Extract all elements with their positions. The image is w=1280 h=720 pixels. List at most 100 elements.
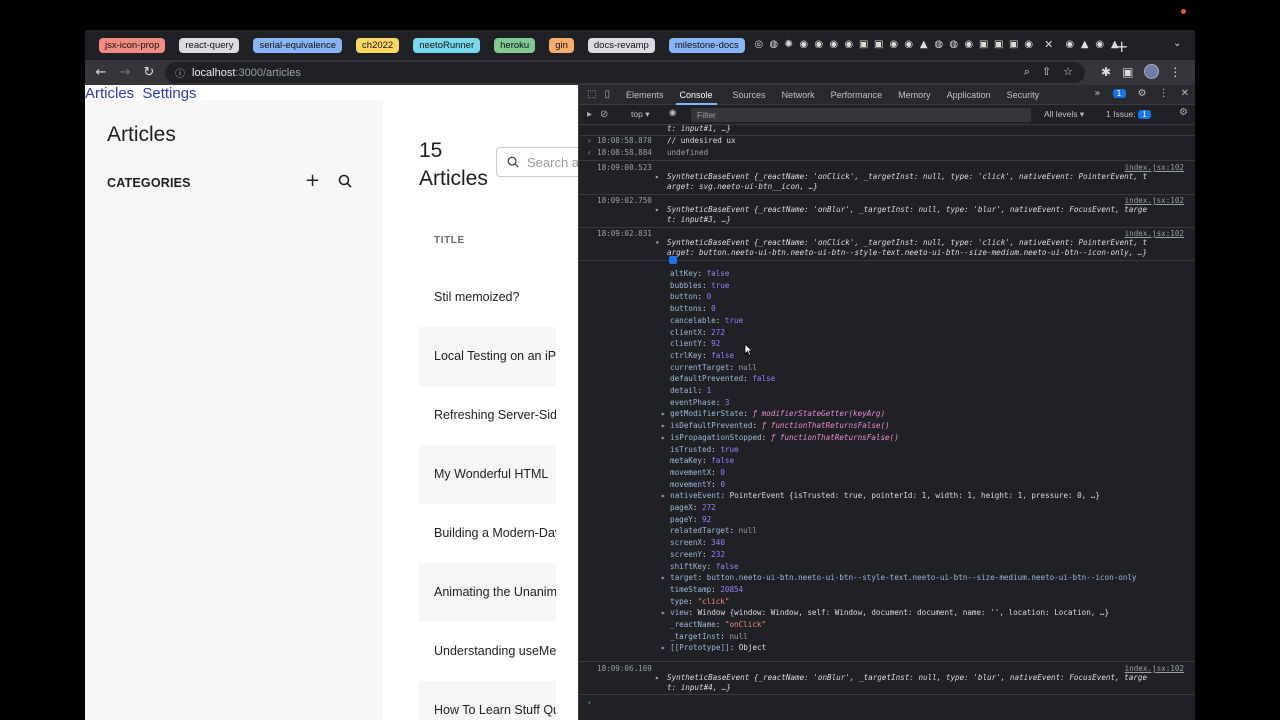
expand-property-icon[interactable]: ▸ (661, 491, 670, 500)
tab-group-heroku[interactable]: heroku (494, 37, 536, 53)
tab-group-jsx-icon-prop[interactable]: jsx-icon-prop (99, 37, 166, 53)
table-row[interactable]: Building a Modern-Day (419, 504, 556, 563)
object-property[interactable]: ▸ view: Window {window: Window, self: Wi… (661, 607, 1109, 619)
tab-group-serial-equivalence[interactable]: serial-equivalence (253, 37, 343, 53)
table-row[interactable]: Refreshing Server-Side (419, 386, 556, 445)
pinned-tab-favicon-icon[interactable]: ◉ (843, 39, 855, 51)
object-property[interactable]: ▸ nativeEvent: PointerEvent {isTrusted: … (661, 490, 1100, 502)
sidebar-toggle-icon[interactable]: ▸ (587, 109, 592, 120)
table-row[interactable]: Local Testing on an iPhone (419, 327, 556, 386)
pinned-tab-favicon-icon[interactable]: ▲ (1079, 39, 1091, 51)
table-row[interactable]: Animating the Unanimatable (419, 563, 556, 622)
column-header-title: TITLE (419, 213, 556, 268)
table-row[interactable]: My Wonderful HTML (419, 445, 556, 504)
pinned-tab-favicon-icon[interactable]: ◉ (963, 39, 975, 51)
search-icon[interactable] (338, 174, 352, 188)
devtools-tab-security[interactable]: Security (1007, 85, 1040, 105)
devtools-tab-memory[interactable]: Memory (898, 85, 931, 105)
pinned-tab-favicon-icon[interactable]: ◉ (813, 39, 825, 51)
chevron-down-icon[interactable]: ⌄ (1173, 38, 1181, 49)
pinned-tab-favicon-icon[interactable]: ▣ (978, 39, 990, 51)
console-filter-input[interactable]: Filter (691, 108, 1031, 122)
devtools-tab-performance[interactable]: Performance (831, 85, 883, 105)
reload-icon[interactable]: ↻ (141, 65, 157, 81)
pinned-tab-favicon-icon[interactable]: ◍ (948, 39, 960, 51)
nav-link-settings[interactable]: Settings (142, 85, 196, 102)
pinned-tab-favicon-icon[interactable]: ▣ (993, 39, 1005, 51)
pinned-tab-favicon-icon[interactable]: ◍ (768, 39, 780, 51)
console-object: SyntheticBaseEvent {_reactName: 'onBlur'… (667, 205, 1148, 214)
tab-group-milestone-docs[interactable]: milestone-docs (668, 37, 745, 53)
expand-property-icon[interactable]: ▸ (661, 433, 670, 442)
table-row[interactable]: Stil memoized? (419, 268, 556, 327)
settings-gear-icon[interactable]: ⚙ (1138, 88, 1147, 99)
log-levels-select[interactable]: All levels ▾ (1044, 109, 1084, 120)
address-bar[interactable]: ⓘ localhost:3000/articles ⌕ ⇧ ☆ (165, 62, 1085, 83)
pinned-tab-favicon-icon[interactable]: ◉ (1023, 39, 1035, 51)
eye-icon[interactable]: ◉ (669, 108, 676, 118)
share-icon[interactable]: ⇧ (1042, 65, 1051, 79)
console-settings-icon[interactable]: ⚙ (1179, 107, 1188, 118)
pinned-tab-favicon-icon[interactable]: ◉ (1064, 39, 1076, 51)
tab-group-neetoRunner[interactable]: neetoRunner (413, 37, 481, 53)
issues-button[interactable]: 1 Issue: 1 (1106, 109, 1151, 119)
profile-avatar[interactable] (1144, 64, 1160, 79)
table-row[interactable]: Understanding useMemo (419, 622, 556, 681)
object-property[interactable]: ▸ isDefaultPrevented: ƒ functionThatRetu… (661, 420, 890, 432)
devtools-tab-application[interactable]: Application (947, 85, 991, 105)
pinned-tab-favicon-icon[interactable]: ◉ (798, 39, 810, 51)
pinned-tab-favicon-icon[interactable]: ◉ (828, 39, 840, 51)
extensions-icon[interactable]: ✱ (1101, 65, 1111, 79)
object-property[interactable]: ▸ [[Prototype]]: Object (661, 642, 766, 654)
devtools-tab-network[interactable]: Network (782, 85, 815, 105)
pinned-tab-favicon-icon[interactable]: ◉ (903, 39, 915, 51)
zoom-icon[interactable]: ⌕ (1024, 65, 1030, 79)
devtools-tab-sources[interactable]: Sources (733, 85, 766, 105)
pinned-tab-favicon-icon[interactable]: ▣ (858, 39, 870, 51)
messages-badge[interactable]: 1 (1112, 89, 1126, 98)
clear-console-icon[interactable]: ⊘ (600, 109, 608, 120)
tab-group-gin[interactable]: gin (549, 37, 574, 53)
pinned-tab-favicon-icon[interactable]: ▣ (1008, 39, 1020, 51)
pinned-tab-favicon-icon[interactable]: ▲ (918, 39, 930, 51)
table-row[interactable]: How To Learn Stuff Quickly (419, 681, 556, 720)
add-category-icon[interactable]: + (305, 170, 320, 191)
console-prompt[interactable]: › (587, 697, 592, 709)
devtools-tab-elements[interactable]: Elements (626, 85, 664, 105)
pinned-tab-favicon-icon[interactable]: ▣ (873, 39, 885, 51)
search-input[interactable]: Search a (496, 147, 578, 177)
object-property[interactable]: ▸ getModifierState: ƒ modifierStateGette… (661, 408, 885, 420)
pinned-tab-favicon-icon[interactable]: ✺ (783, 39, 795, 51)
tab-group-ch2022[interactable]: ch2022 (356, 37, 400, 53)
device-toolbar-icon[interactable]: ▯ (604, 89, 610, 100)
tab-group-react-query[interactable]: react-query (179, 37, 240, 53)
pinned-tab-favicon-icon[interactable]: ◎ (753, 39, 765, 51)
devtools-tab-console[interactable]: Console (675, 85, 717, 105)
browser-menu-icon[interactable]: ⋮ (1169, 65, 1181, 79)
nav-link-articles[interactable]: Articles (85, 85, 134, 102)
close-devtools-icon[interactable]: ✕ (1181, 88, 1189, 99)
expand-property-icon[interactable]: ▸ (661, 409, 670, 418)
pinned-tab-favicon-icon[interactable]: ◉ (1094, 39, 1106, 51)
object-property[interactable]: ▸ target: button.neeto-ui-btn.neeto-ui-b… (661, 572, 1137, 584)
context-select[interactable]: top ▾ (631, 109, 649, 120)
expand-property-icon[interactable]: ▸ (661, 421, 670, 430)
devtools-menu-icon[interactable]: ⋮ (1159, 88, 1169, 99)
forward-icon[interactable]: → (117, 65, 133, 81)
object-property[interactable]: ▸ isPropagationStopped: ƒ functionThatRe… (661, 432, 899, 444)
inspect-element-icon[interactable]: ⬚ (587, 89, 596, 100)
mouse-cursor-icon (744, 343, 753, 360)
close-tab-icon[interactable]: ✕ (1042, 38, 1056, 52)
bookmark-star-icon[interactable]: ☆ (1063, 65, 1073, 79)
expand-property-icon[interactable]: ▸ (661, 608, 670, 617)
new-tab-icon[interactable]: + (1115, 37, 1128, 56)
info-icon[interactable]: ⓘ (175, 65, 185, 80)
sidepanel-icon[interactable]: ▣ (1122, 65, 1133, 79)
back-icon[interactable]: ← (93, 65, 109, 81)
pinned-tab-favicon-icon[interactable]: ◍ (933, 39, 945, 51)
expand-property-icon[interactable]: ▸ (661, 643, 670, 652)
expand-property-icon[interactable]: ▸ (661, 573, 670, 582)
more-tabs-icon[interactable]: » (1094, 88, 1100, 99)
pinned-tab-favicon-icon[interactable]: ◉ (888, 39, 900, 51)
tab-group-docs-revamp[interactable]: docs-revamp (587, 37, 655, 53)
